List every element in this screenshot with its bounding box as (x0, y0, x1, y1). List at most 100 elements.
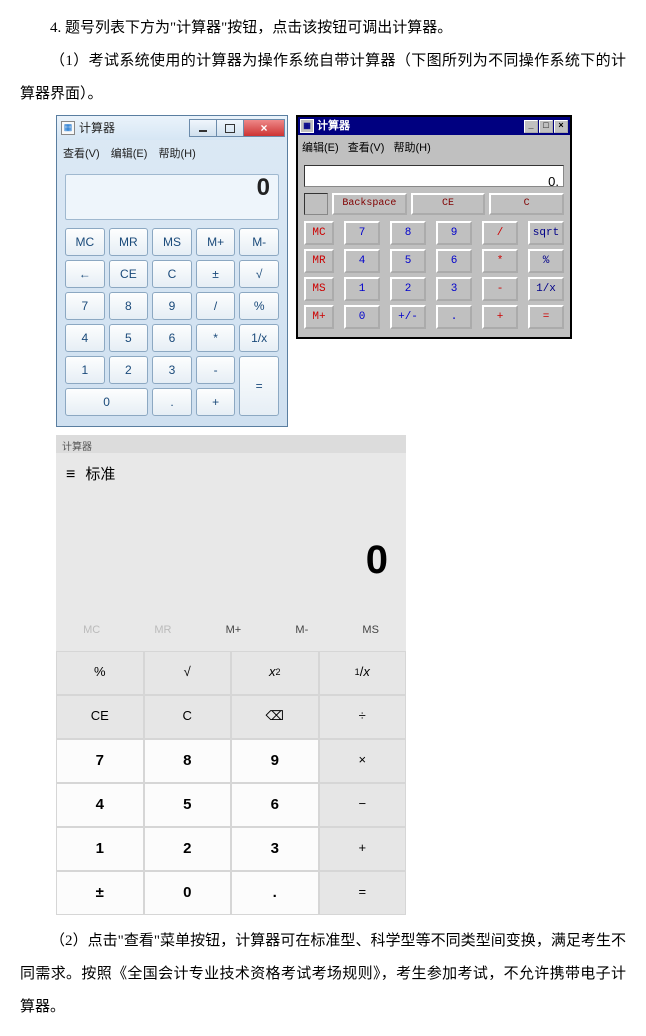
maximize-button[interactable]: □ (539, 120, 553, 133)
key-back[interactable]: ⌫ (231, 695, 319, 739)
key-9[interactable]: 9 (436, 221, 472, 245)
key-7[interactable]: 7 (344, 221, 380, 245)
key-dot[interactable]: . (436, 305, 472, 329)
hamburger-icon[interactable]: ≡ (66, 457, 75, 492)
key-equals[interactable]: = (319, 871, 407, 915)
key-mplus[interactable]: M+ (304, 305, 334, 329)
key-ce[interactable]: CE (411, 193, 486, 215)
key-mr[interactable]: MR (304, 249, 334, 273)
key-recip[interactable]: 1/x (528, 277, 564, 301)
key-plus[interactable]: + (196, 388, 236, 416)
key-sqrt[interactable]: √ (144, 651, 232, 695)
key-mc[interactable]: MC (65, 228, 105, 256)
close-button[interactable]: × (554, 120, 568, 133)
key-7[interactable]: 7 (65, 292, 105, 320)
key-9[interactable]: 9 (152, 292, 192, 320)
key-sqr[interactable]: x2 (231, 651, 319, 695)
key-mc[interactable]: MC (304, 221, 334, 245)
key-mminus[interactable]: M- (295, 618, 308, 642)
key-6[interactable]: 6 (152, 324, 192, 352)
key-0[interactable]: 0 (65, 388, 148, 416)
key-sqrt[interactable]: sqrt (528, 221, 564, 245)
key-recip[interactable]: 1/x (239, 324, 279, 352)
key-3[interactable]: 3 (436, 277, 472, 301)
key-negate[interactable]: ± (196, 260, 236, 288)
key-ms[interactable]: MS (304, 277, 334, 301)
key-minus[interactable]: − (319, 783, 407, 827)
key-1[interactable]: 1 (344, 277, 380, 301)
key-8[interactable]: 8 (109, 292, 149, 320)
minimize-button[interactable] (189, 119, 217, 137)
key-c[interactable]: C (144, 695, 232, 739)
key-minus[interactable]: - (482, 277, 518, 301)
key-negate[interactable]: ± (56, 871, 144, 915)
key-pct[interactable]: % (528, 249, 564, 273)
key-0[interactable]: 0 (344, 305, 380, 329)
key-mminus[interactable]: M- (239, 228, 279, 256)
key-backspace[interactable]: Backspace (332, 193, 407, 215)
key-sqrt[interactable]: √ (239, 260, 279, 288)
key-9[interactable]: 9 (231, 739, 319, 783)
key-back[interactable]: ← (65, 260, 105, 288)
key-mr[interactable]: MR (154, 618, 171, 642)
key-2[interactable]: 2 (109, 356, 149, 384)
menu-edit[interactable]: 编辑(E) (302, 142, 339, 154)
key-ms[interactable]: MS (152, 228, 192, 256)
key-dot[interactable]: . (152, 388, 192, 416)
key-mc[interactable]: MC (83, 618, 100, 642)
key-5[interactable]: 5 (109, 324, 149, 352)
calc3-display: 0 (56, 496, 406, 614)
key-c[interactable]: C (489, 193, 564, 215)
key-4[interactable]: 4 (65, 324, 105, 352)
minimize-button[interactable]: _ (524, 120, 538, 133)
key-recip[interactable]: 1/x (319, 651, 407, 695)
menu-edit[interactable]: 编辑(E) (111, 148, 148, 160)
key-5[interactable]: 5 (144, 783, 232, 827)
key-4[interactable]: 4 (56, 783, 144, 827)
key-ms[interactable]: MS (362, 618, 379, 642)
close-button[interactable]: × (243, 119, 285, 137)
key-mr[interactable]: MR (109, 228, 149, 256)
calc1-titlebar: ▦ 计算器 × (57, 116, 287, 140)
key-plus[interactable]: + (482, 305, 518, 329)
key-equals[interactable]: = (528, 305, 564, 329)
key-mplus[interactable]: M+ (226, 618, 242, 642)
key-ce[interactable]: CE (109, 260, 149, 288)
menu-help[interactable]: 帮助(H) (158, 148, 195, 160)
key-pct[interactable]: % (239, 292, 279, 320)
key-mul[interactable]: × (319, 739, 407, 783)
key-3[interactable]: 3 (231, 827, 319, 871)
key-pct[interactable]: % (56, 651, 144, 695)
key-c[interactable]: C (152, 260, 192, 288)
key-plus[interactable]: + (319, 827, 407, 871)
key-minus[interactable]: - (196, 356, 236, 384)
menu-view[interactable]: 查看(V) (63, 148, 100, 160)
paragraph-4-2: （2）点击"查看"菜单按钮，计算器可在标准型、科学型等不同类型间变换，满足考生不… (20, 925, 626, 1024)
key-mul[interactable]: * (196, 324, 236, 352)
key-0[interactable]: 0 (144, 871, 232, 915)
key-3[interactable]: 3 (152, 356, 192, 384)
key-6[interactable]: 6 (436, 249, 472, 273)
key-5[interactable]: 5 (390, 249, 426, 273)
menu-view[interactable]: 查看(V) (348, 142, 385, 154)
maximize-button[interactable] (216, 119, 244, 137)
key-mul[interactable]: * (482, 249, 518, 273)
key-8[interactable]: 8 (390, 221, 426, 245)
key-4[interactable]: 4 (344, 249, 380, 273)
key-div[interactable]: / (482, 221, 518, 245)
menu-help[interactable]: 帮助(H) (393, 142, 430, 154)
key-8[interactable]: 8 (144, 739, 232, 783)
key-div[interactable]: / (196, 292, 236, 320)
key-div[interactable]: ÷ (319, 695, 407, 739)
key-1[interactable]: 1 (65, 356, 105, 384)
key-1[interactable]: 1 (56, 827, 144, 871)
key-2[interactable]: 2 (144, 827, 232, 871)
key-mplus[interactable]: M+ (196, 228, 236, 256)
key-ce[interactable]: CE (56, 695, 144, 739)
key-dot[interactable]: . (231, 871, 319, 915)
key-2[interactable]: 2 (390, 277, 426, 301)
key-6[interactable]: 6 (231, 783, 319, 827)
key-equals[interactable]: = (239, 356, 279, 416)
key-7[interactable]: 7 (56, 739, 144, 783)
key-negate[interactable]: +/- (390, 305, 426, 329)
